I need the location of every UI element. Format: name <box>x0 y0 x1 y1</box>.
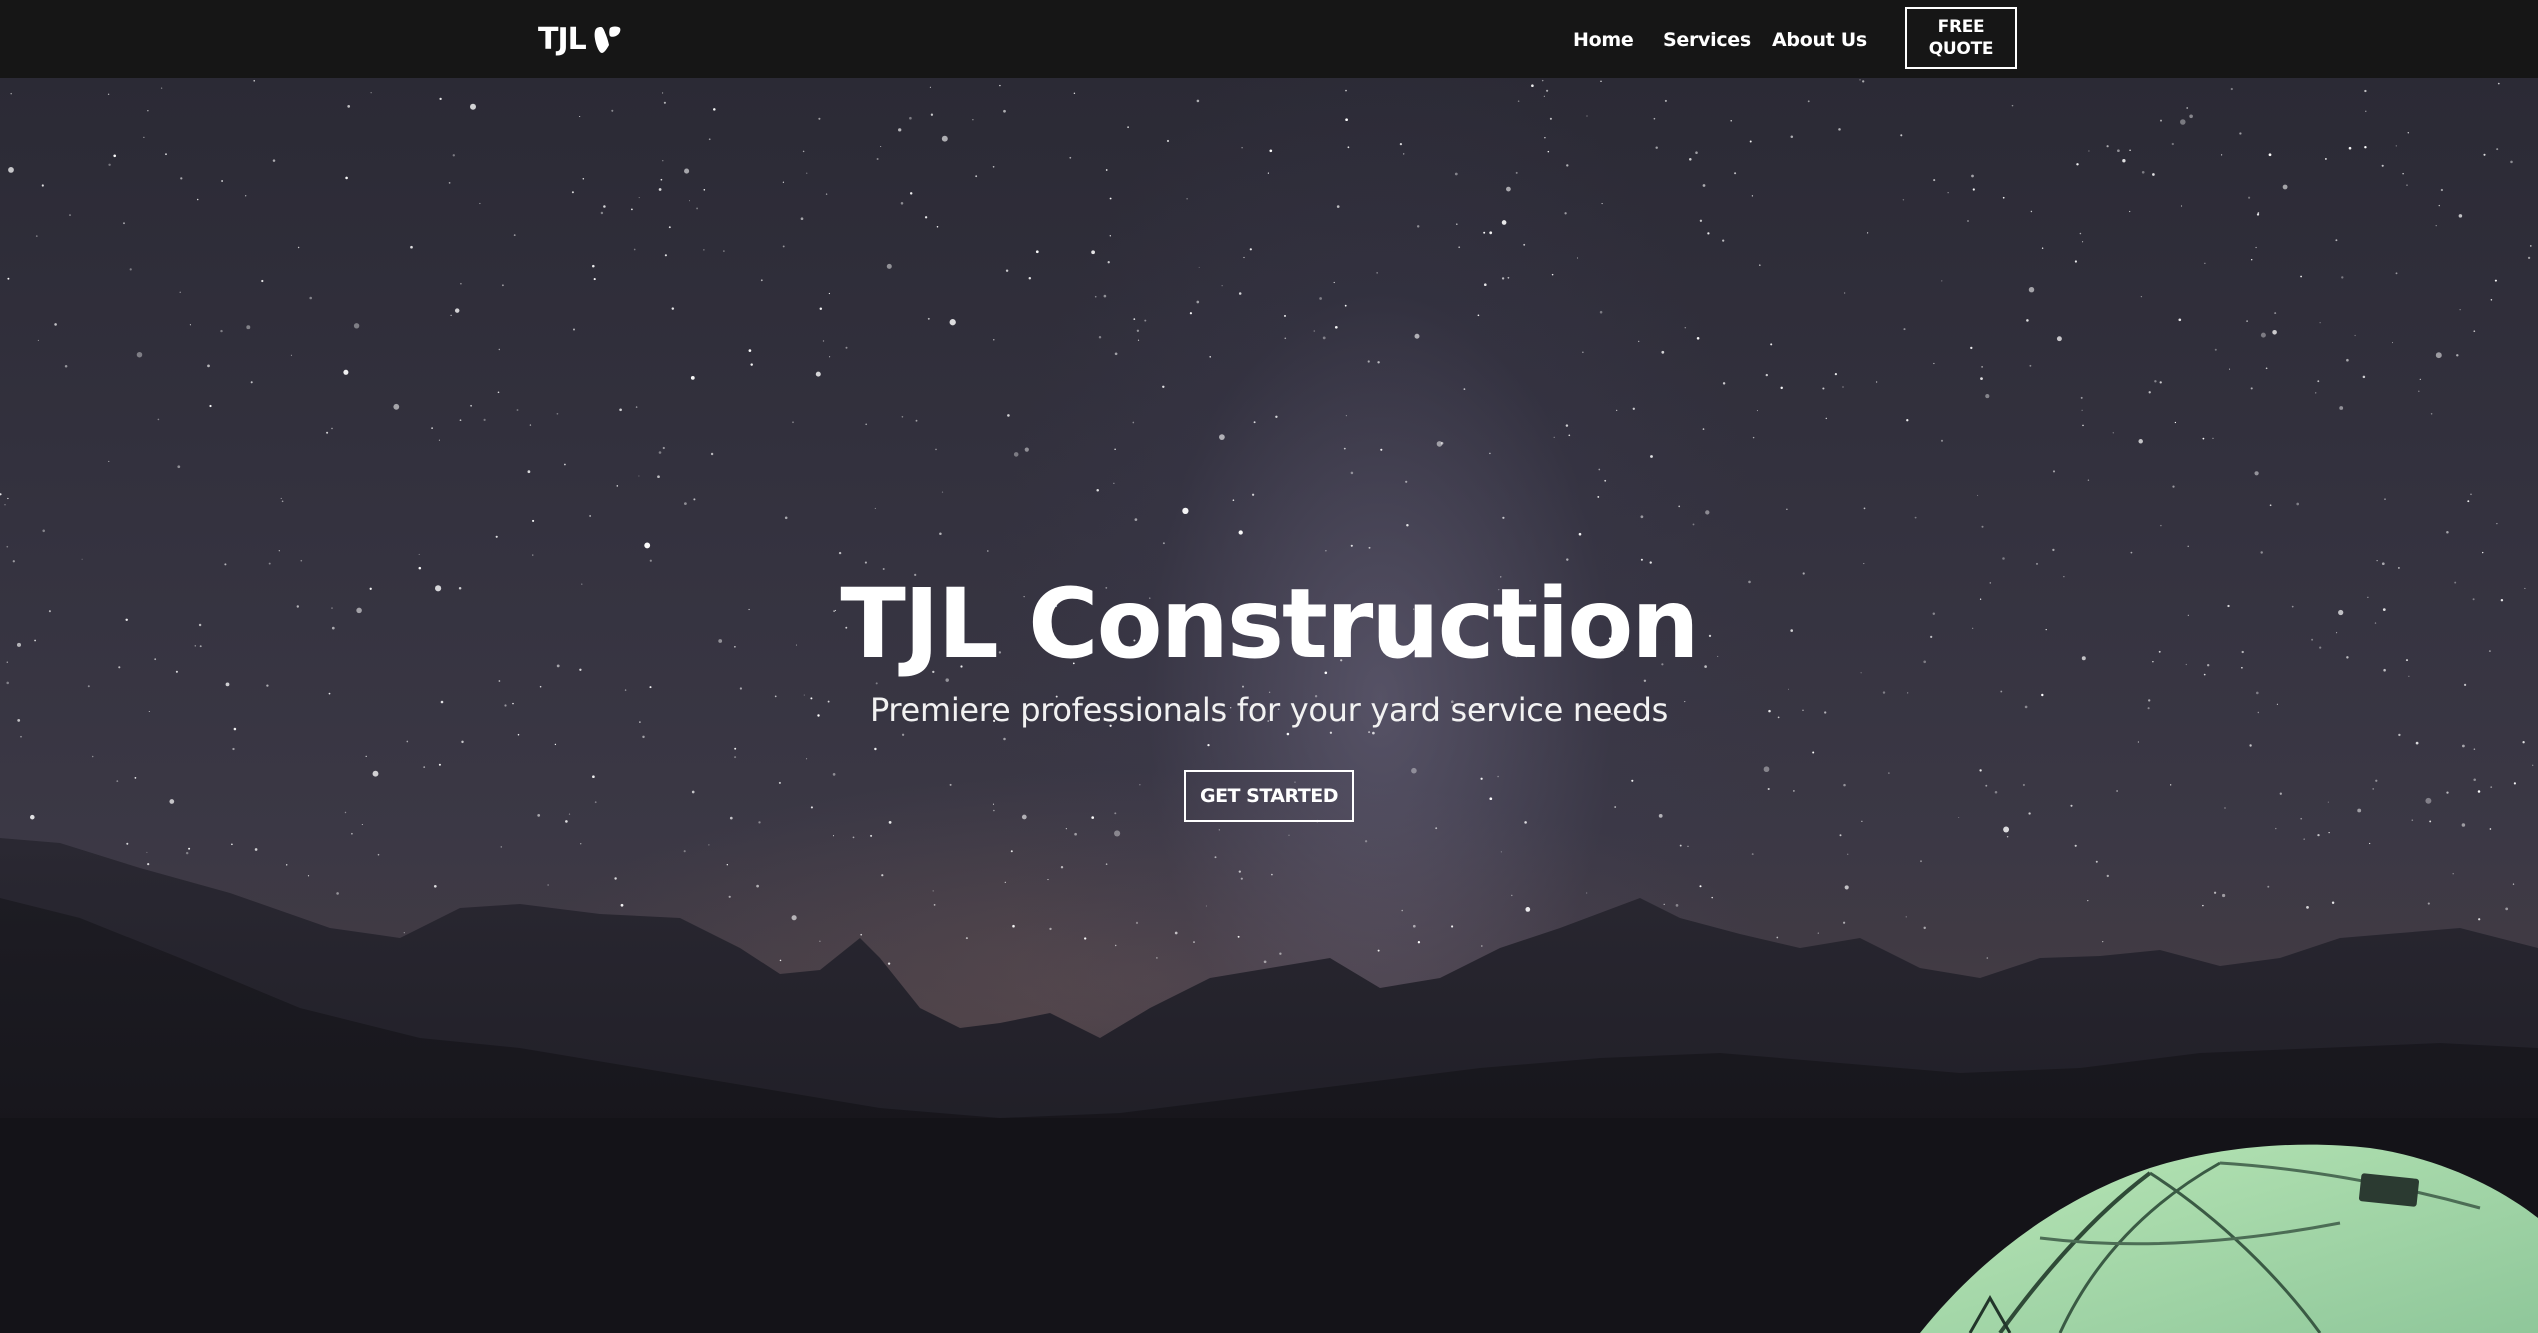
nav-home-link[interactable]: Home <box>1573 27 1634 53</box>
main-nav: Home Services About Us FREE QUOTE <box>0 0 2538 78</box>
hero-content: TJL Construction Premiere professionals … <box>0 78 2538 1333</box>
navbar: TJL Home Services About Us FREE QUOTE <box>0 0 2538 78</box>
get-started-button[interactable]: GET STARTED <box>1184 770 1354 822</box>
page: TJL Home Services About Us FREE QUOTE TJ… <box>0 0 2538 1333</box>
hero-title: TJL Construction <box>840 568 1699 680</box>
hero-section: TJL Construction Premiere professionals … <box>0 78 2538 1333</box>
nav-services-link[interactable]: Services <box>1663 27 1751 53</box>
nav-about-us-link[interactable]: About Us <box>1772 27 1867 53</box>
free-quote-button[interactable]: FREE QUOTE <box>1905 7 2017 69</box>
hero-subtitle: Premiere professionals for your yard ser… <box>869 691 1669 729</box>
